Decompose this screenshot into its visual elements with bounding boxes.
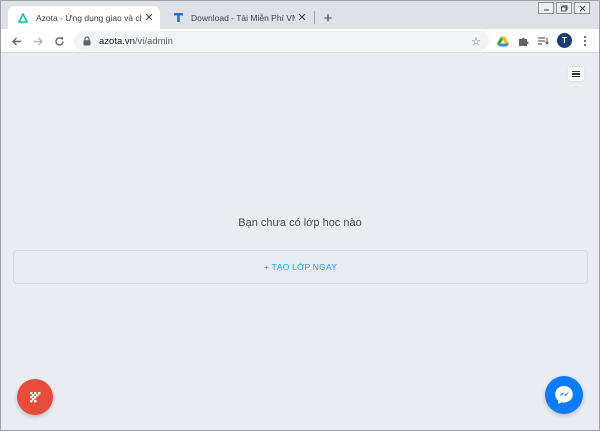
- back-button[interactable]: [7, 32, 25, 50]
- more-vert-icon[interactable]: [577, 33, 593, 49]
- lock-icon: [81, 36, 93, 46]
- url-host: azota.vn: [99, 35, 135, 47]
- google-drive-icon[interactable]: [495, 33, 511, 49]
- minimize-icon: [543, 9, 549, 10]
- menu-line: [572, 70, 580, 73]
- hamburger-menu-button[interactable]: [568, 67, 584, 81]
- url-text: azota.vn/vi/admin: [99, 36, 469, 47]
- extensions-puzzle-icon[interactable]: [515, 33, 531, 49]
- browser-toolbar: azota.vn/vi/admin ☆ T: [1, 29, 599, 53]
- tab-title: Azota - Ứng dụng giao và chấm b: [36, 12, 142, 23]
- messenger-chat-button[interactable]: [545, 376, 583, 414]
- page-content: Bạn chưa có lớp học nào + TẠO LỚP NGAY: [1, 54, 599, 430]
- close-window-icon: [579, 5, 585, 11]
- bookmark-star-icon[interactable]: ☆: [469, 35, 483, 48]
- tab-azota[interactable]: Azota - Ứng dụng giao và chấm b ✕: [8, 6, 160, 29]
- reload-button[interactable]: [50, 32, 68, 50]
- address-bar[interactable]: azota.vn/vi/admin ☆: [74, 31, 489, 51]
- floating-action-button[interactable]: [17, 379, 53, 415]
- arrow-left-icon: [11, 37, 21, 45]
- close-icon[interactable]: ✕: [295, 11, 309, 25]
- azota-triangle-icon: [16, 11, 30, 25]
- close-window-button[interactable]: [574, 2, 590, 14]
- reading-list-icon[interactable]: [535, 33, 551, 49]
- arrow-right-icon: [33, 37, 43, 45]
- create-class-button[interactable]: + TẠO LỚP NGAY: [13, 250, 588, 284]
- browser-window: Azota - Ứng dụng giao và chấm b ✕ Downlo…: [0, 0, 600, 431]
- grid-pattern-icon: [30, 392, 41, 403]
- tab-download[interactable]: Download - Tải Miễn Phí VN - Ph ✕: [163, 6, 313, 29]
- empty-state-message: Bạn chưa có lớp học nào: [238, 217, 362, 229]
- menu-line: [572, 73, 580, 75]
- new-tab-button[interactable]: +: [319, 9, 337, 27]
- tab-title: Download - Tải Miễn Phí VN - Ph: [191, 12, 295, 23]
- download-t-icon: [171, 11, 185, 25]
- close-icon[interactable]: ✕: [142, 11, 156, 25]
- menu-line: [572, 75, 580, 78]
- forward-button[interactable]: [29, 32, 47, 50]
- tab-strip: Azota - Ứng dụng giao và chấm b ✕ Downlo…: [1, 1, 599, 29]
- messenger-icon: [555, 386, 573, 404]
- tab-divider: [314, 11, 315, 24]
- url-path: /vi/admin: [134, 35, 173, 47]
- profile-avatar[interactable]: T: [557, 33, 572, 48]
- maximize-button[interactable]: [556, 2, 572, 14]
- reload-icon: [54, 36, 64, 46]
- minimize-button[interactable]: [538, 2, 554, 14]
- restore-icon: [561, 4, 568, 11]
